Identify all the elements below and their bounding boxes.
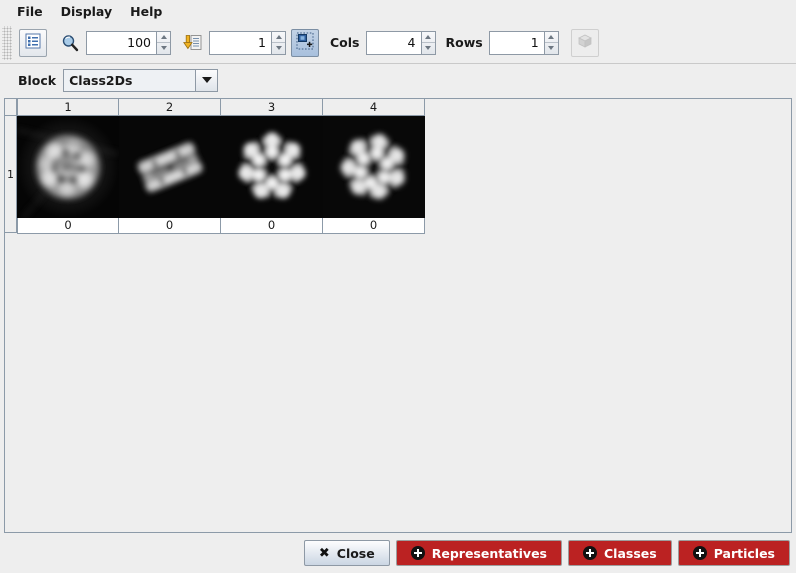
cols-increment-button[interactable] [421,32,435,43]
goto-increment-button[interactable] [272,32,285,43]
grid-corner [5,99,17,116]
grid-row: 0 0 0 0 [17,116,425,234]
cell-label-4: 0 [369,218,378,233]
volume-view-button [570,28,599,57]
plus-circle-icon [692,546,707,560]
column-header-2[interactable]: 2 [119,99,221,116]
table-view-button[interactable] [19,28,47,57]
toolbar-drag-grip[interactable] [2,25,12,60]
rows-label: Rows [445,35,483,50]
zoom-spinner-arrows[interactable] [156,30,171,55]
class-average-3 [220,116,323,218]
block-selected-value: Class2Ds [64,69,196,91]
goto-row-icon [181,30,205,56]
zoom-increment-button[interactable] [157,32,170,43]
representatives-button[interactable]: Representatives [395,540,562,566]
row-header-1[interactable]: 1 [5,116,17,233]
menu-help[interactable]: Help [121,2,171,21]
column-header-row: 1 2 3 4 [17,99,425,116]
column-header-4[interactable]: 4 [323,99,425,116]
classes-button-label: Classes [603,545,657,561]
column-header-3[interactable]: 3 [221,99,323,116]
row-header-column: 1 [5,99,17,234]
zoom-decrement-button[interactable] [157,43,170,54]
cols-spinner[interactable] [365,30,436,55]
classes-button[interactable]: Classes [567,540,672,566]
goto-decrement-button[interactable] [272,43,285,54]
rows-decrement-button[interactable] [545,43,558,54]
grid-cell-2[interactable]: 0 [118,116,221,234]
action-button-bar: ✖ Close Representatives Classes Particle… [0,533,796,573]
zoom-spinner[interactable] [86,30,171,55]
gallery-panel: 1 1 2 3 4 0 0 0 0 [4,98,792,533]
cols-spinner-arrows[interactable] [420,30,436,55]
block-bar: Block Class2Ds [0,64,796,96]
class-average-1 [17,116,119,218]
goto-spinner-arrows[interactable] [271,30,286,55]
rows-increment-button[interactable] [544,32,558,43]
class-average-4 [322,116,425,218]
close-button-label: Close [336,545,375,561]
close-icon: ✖ [318,545,330,561]
magnifier-icon [58,30,82,56]
block-label: Block [18,72,57,88]
cols-input[interactable] [365,30,421,55]
rows-input[interactable] [488,30,544,55]
menu-file[interactable]: File [8,2,52,21]
menu-bar: File Display Help [0,0,796,22]
close-button[interactable]: ✖ Close [303,540,390,566]
cell-label-2: 0 [165,218,174,233]
resize-selection-button[interactable] [291,28,319,57]
cube-icon [576,32,594,54]
gallery-grid: 1 1 2 3 4 0 0 0 0 [5,99,791,234]
zoom-input[interactable] [86,30,156,55]
resize-selection-icon [296,32,314,54]
chevron-down-icon[interactable] [195,69,218,91]
column-header-1[interactable]: 1 [17,99,119,116]
grid-cell-1[interactable]: 0 [17,116,119,234]
grid-cell-3[interactable]: 0 [220,116,323,234]
grid-cell-4[interactable]: 0 [322,116,425,234]
grid-body: 1 2 3 4 0 0 0 0 [17,99,425,234]
menu-display[interactable]: Display [52,2,122,21]
list-view-icon [25,33,41,53]
particles-button[interactable]: Particles [677,540,790,566]
goto-input[interactable] [209,30,271,55]
cols-label: Cols [330,35,360,50]
rows-spinner-arrows[interactable] [543,30,559,55]
xmipp-showj-window: File Display Help 100 1 Cols 4 Rows 1 Bl… [0,0,796,573]
representatives-button-label: Representatives [431,545,547,561]
cell-label-3: 0 [267,218,276,233]
block-select[interactable]: Class2Ds [63,68,219,92]
cell-label-1: 0 [64,218,72,233]
rows-spinner[interactable] [488,30,559,55]
toolbar: Cols Rows [0,22,796,64]
plus-circle-icon [582,546,597,560]
particles-button-label: Particles [713,545,775,561]
goto-spinner[interactable] [209,30,286,55]
plus-circle-icon [410,546,425,560]
class-average-2 [118,116,221,218]
cols-decrement-button[interactable] [422,43,435,54]
